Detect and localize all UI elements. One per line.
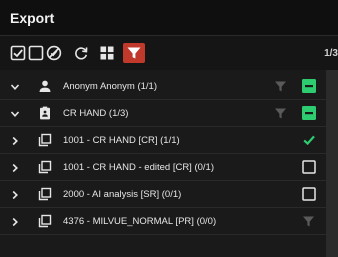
series-tree: Anonym Anonym (1/1) CR HAND (1/3) 1001 -… [0, 70, 326, 257]
series-stack-icon [38, 133, 52, 147]
chevron-right-icon[interactable] [10, 163, 20, 173]
tree-row-series[interactable]: 1001 - CR HAND - edited [CR] (0/1) [0, 155, 326, 181]
tree-row-series[interactable]: 4376 - MILVUE_NORMAL [PR] (0/0) [0, 209, 326, 235]
select-all-icon[interactable] [10, 45, 26, 61]
row-checkbox-checked[interactable] [302, 133, 316, 147]
tree-row-label: 2000 - AI analysis [SR] (0/1) [63, 189, 182, 200]
clear-selection-icon[interactable] [46, 45, 62, 61]
toolbar: 1/3 [0, 36, 338, 70]
tree-row-label: 1001 - CR HAND [CR] (1/1) [63, 135, 180, 146]
filter-icon[interactable] [123, 43, 145, 63]
series-stack-icon [38, 214, 52, 228]
panel-title: Export [10, 10, 55, 26]
row-checkbox-unchecked[interactable] [302, 187, 316, 201]
row-checkbox-partial[interactable] [302, 79, 316, 93]
chevron-right-icon[interactable] [10, 217, 20, 227]
series-stack-icon [38, 160, 52, 174]
vertical-scrollbar[interactable] [326, 70, 338, 257]
panel-header: Export [0, 0, 338, 36]
tree-row-study[interactable]: CR HAND (1/3) [0, 101, 326, 127]
grid-view-icon[interactable] [99, 45, 115, 61]
person-icon [39, 80, 51, 92]
tree-row-series[interactable]: 1001 - CR HAND [CR] (1/1) [0, 128, 326, 154]
chevron-down-icon[interactable] [10, 82, 20, 92]
tree-row-label: CR HAND (1/3) [63, 108, 129, 119]
chevron-down-icon[interactable] [10, 109, 20, 119]
row-checkbox-partial[interactable] [302, 106, 316, 120]
chevron-right-icon[interactable] [10, 190, 20, 200]
row-filter-icon[interactable] [274, 107, 287, 120]
clipboard-icon [40, 106, 50, 120]
refresh-icon[interactable] [73, 45, 89, 61]
chevron-right-icon[interactable] [10, 136, 20, 146]
tree-row-label: 4376 - MILVUE_NORMAL [PR] (0/0) [63, 216, 217, 227]
row-filter-icon[interactable] [302, 215, 315, 228]
tree-row-label: 1001 - CR HAND - edited [CR] (0/1) [63, 162, 214, 173]
tree-row-label: Anonym Anonym (1/1) [63, 81, 157, 92]
deselect-all-icon[interactable] [28, 45, 44, 61]
row-checkbox-unchecked[interactable] [302, 160, 316, 174]
page-indicator: 1/3 [324, 48, 338, 59]
row-filter-icon[interactable] [274, 80, 287, 93]
series-stack-icon [38, 187, 52, 201]
tree-row-patient[interactable]: Anonym Anonym (1/1) [0, 74, 326, 100]
tree-row-series[interactable]: 2000 - AI analysis [SR] (0/1) [0, 182, 326, 208]
